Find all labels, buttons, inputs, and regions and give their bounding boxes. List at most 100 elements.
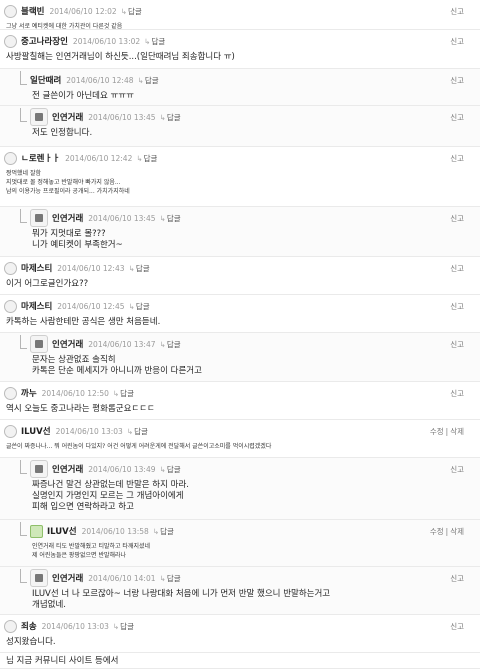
- author-name[interactable]: ㄴ로렌ㅏㅏ: [21, 152, 60, 164]
- reply-indent-icon: [20, 522, 27, 536]
- report-button[interactable]: 신고: [450, 302, 464, 311]
- comment-header: ILUV선 2014/06/10 13:03 ↳답글: [4, 424, 148, 438]
- avatar-icon[interactable]: [30, 108, 48, 126]
- comment-line: 뭐가 지멋대로 몰???: [32, 229, 106, 239]
- reply-button[interactable]: ↳답글: [121, 6, 142, 17]
- author-name[interactable]: 일단때려: [30, 74, 61, 86]
- author-name[interactable]: 블랙빈: [21, 5, 44, 17]
- author-name[interactable]: ILUV선: [47, 525, 77, 537]
- report-button[interactable]: 신고: [450, 389, 464, 398]
- comment-date: 2014/06/10 14:01: [88, 573, 156, 583]
- reply-button[interactable]: ↳답글: [153, 526, 174, 537]
- report-button[interactable]: 신고: [450, 113, 464, 122]
- comment-header: 죄송 2014/06/10 13:03 ↳답글: [4, 619, 134, 633]
- author-name[interactable]: 중고나라장인: [21, 35, 68, 47]
- comment-line: ILUV선 너 나 모르잖아~ 너랑 나랑대화 처음에 니가 먼저 반말 했으니…: [32, 589, 331, 599]
- reply-arrow-icon: ↳: [128, 263, 135, 273]
- reply-button[interactable]: ↳답글: [160, 213, 181, 224]
- report-button[interactable]: 신고: [450, 37, 464, 46]
- reply-comment: 인연거래 2014/06/10 14:01 ↳답글 신고 ILUV선 너 나 모르잖아~…: [0, 567, 480, 615]
- reply-button[interactable]: ↳답글: [160, 339, 181, 350]
- avatar-icon[interactable]: [4, 4, 17, 18]
- reply-label: 답글: [166, 339, 181, 349]
- comment-header: 마제스티 2014/06/10 12:43 ↳답글: [4, 261, 150, 275]
- author-name[interactable]: 인연거래: [52, 212, 83, 224]
- comment-line: 인연거래 티도 반말해줬고 티말하고 타깨지셨네: [32, 543, 151, 550]
- avatar-icon[interactable]: [4, 424, 17, 438]
- author-name[interactable]: 죄송: [21, 620, 37, 632]
- author-name[interactable]: 까누: [21, 387, 37, 399]
- reply-comment: 인연거래 2014/06/10 13:45 ↳답글 신고저도 인정합니다.: [0, 106, 480, 147]
- avatar-icon[interactable]: [4, 261, 17, 275]
- author-name[interactable]: 인연거래: [52, 111, 83, 123]
- report-button[interactable]: 신고: [450, 76, 464, 85]
- author-name[interactable]: ILUV선: [21, 425, 51, 437]
- avatar-icon[interactable]: [4, 619, 17, 633]
- reply-button[interactable]: ↳답글: [113, 388, 134, 399]
- comment-actions: 신고: [450, 388, 464, 399]
- report-button[interactable]: 신고: [450, 340, 464, 349]
- reply-button[interactable]: ↳답글: [113, 621, 134, 632]
- edit-button[interactable]: 수정: [430, 527, 444, 536]
- comment-header: 인연거래 2014/06/10 13:45 ↳답글: [30, 108, 181, 126]
- comment-body: 저도 인정합니다.: [32, 128, 92, 139]
- reply-button[interactable]: ↳답글: [138, 75, 159, 86]
- comment-date: 2014/06/10 13:03: [41, 621, 109, 631]
- reply-arrow-icon: ↳: [112, 388, 120, 398]
- reply-arrow-icon: ↳: [126, 426, 134, 436]
- report-button[interactable]: 신고: [450, 574, 464, 583]
- report-button[interactable]: 신고: [450, 622, 464, 631]
- comment-actions: 신고: [450, 112, 464, 123]
- comment-line: 님 지금 커뮤니티 사이트 등에서: [6, 656, 119, 666]
- reply-arrow-icon: ↳: [152, 526, 160, 536]
- reply-arrow-icon: ↳: [159, 112, 166, 122]
- reply-button[interactable]: ↳답글: [160, 573, 181, 584]
- reply-arrow-icon: ↳: [128, 301, 135, 311]
- report-button[interactable]: 신고: [450, 264, 464, 273]
- comment-actions: 신고: [450, 301, 464, 312]
- reply-button[interactable]: ↳답글: [136, 153, 157, 164]
- reply-button[interactable]: ↳답글: [160, 464, 181, 475]
- comment-body: 뭐가 지멋대로 몰??? 니가 예티켓이 부족한거~: [32, 229, 123, 251]
- reply-button[interactable]: ↳답글: [144, 36, 165, 47]
- comment-header: ㄴ로렌ㅏㅏ 2014/06/10 12:42 ↳답글: [4, 151, 157, 165]
- comment-header: 인연거래 2014/06/10 13:47 ↳답글: [30, 335, 181, 353]
- avatar-icon[interactable]: [4, 151, 17, 165]
- avatar-icon[interactable]: [30, 569, 48, 587]
- author-name[interactable]: 마제스티: [21, 262, 52, 274]
- reply-button[interactable]: ↳답글: [129, 263, 150, 274]
- report-button[interactable]: 신고: [450, 214, 464, 223]
- comment-actions: 수정 | 삭제: [430, 426, 464, 437]
- avatar-icon[interactable]: [30, 524, 43, 538]
- avatar-icon[interactable]: [30, 460, 48, 478]
- delete-button[interactable]: 삭제: [450, 427, 464, 436]
- comment-line: 문자는 상관없죠 솔직히: [32, 355, 116, 365]
- comment-line: 지멋대로 몰 정해놓고 반말해야 빠가지 않음...: [6, 179, 121, 186]
- report-button[interactable]: 신고: [450, 465, 464, 474]
- avatar-icon[interactable]: [30, 335, 48, 353]
- reply-button[interactable]: ↳답글: [160, 112, 181, 123]
- comment-header: 인연거래 2014/06/10 14:01 ↳답글: [30, 569, 181, 587]
- comment-date: 2014/06/10 12:42: [65, 153, 133, 163]
- avatar-icon[interactable]: [4, 386, 17, 400]
- reply-label: 답글: [143, 153, 158, 163]
- author-name[interactable]: 마제스티: [21, 300, 52, 312]
- comment-line: 짜증나건 말건 상관없는데 반말은 하지 마라.: [32, 480, 189, 490]
- comment-body: 전 글쓴이가 아닌데요 ㅠㅠㅠ: [32, 91, 134, 102]
- edit-button[interactable]: 수정: [430, 427, 444, 436]
- comment-header: 인연거래 2014/06/10 13:49 ↳답글: [30, 460, 181, 478]
- avatar-icon[interactable]: [30, 209, 48, 227]
- author-name[interactable]: 인연거래: [52, 338, 83, 350]
- author-name[interactable]: 인연거래: [52, 463, 83, 475]
- avatar-icon[interactable]: [4, 299, 17, 313]
- author-name[interactable]: 인연거래: [52, 572, 83, 584]
- comment-actions: 신고: [450, 6, 464, 17]
- report-button[interactable]: 신고: [450, 154, 464, 163]
- report-button[interactable]: 신고: [450, 7, 464, 16]
- reply-label: 답글: [128, 6, 142, 16]
- reply-button[interactable]: ↳답글: [129, 301, 150, 312]
- comment-body: 성지왔습니다.: [6, 637, 56, 648]
- avatar-icon[interactable]: [4, 34, 17, 48]
- delete-button[interactable]: 삭제: [450, 527, 464, 536]
- reply-button[interactable]: ↳답글: [127, 426, 148, 437]
